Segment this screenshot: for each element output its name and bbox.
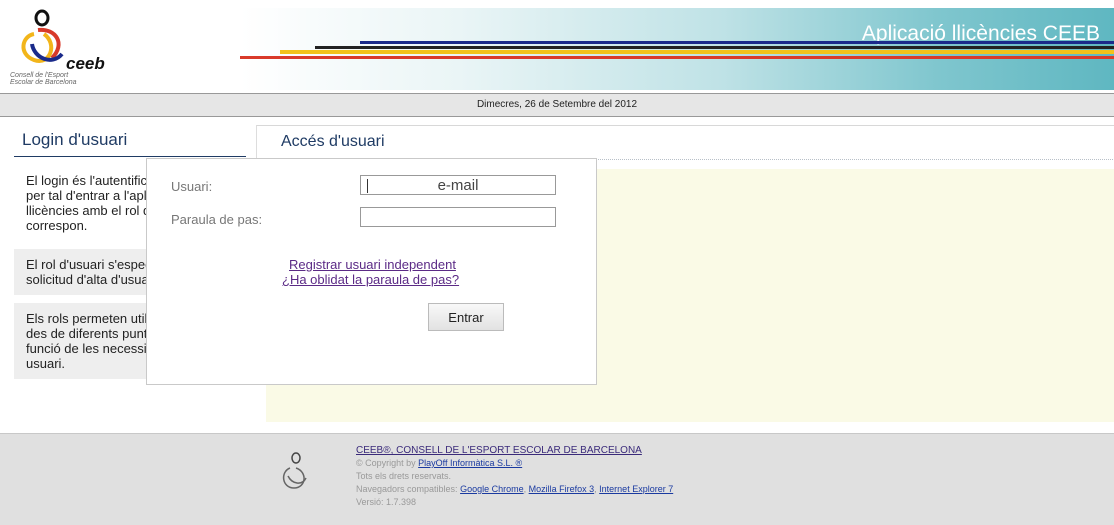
footer-version: Versió: 1.7.398 xyxy=(356,497,417,507)
header-stripe-dark xyxy=(315,46,1114,49)
password-label: Paraula de pas: xyxy=(171,212,263,227)
logo-caption: Consell de l'Esport Escolar de Barcelona xyxy=(10,72,77,86)
logo-word: ceeb xyxy=(66,54,105,73)
ie-link[interactable]: Internet Explorer 7 xyxy=(599,484,673,494)
header-stripe-red xyxy=(240,56,1114,59)
user-label: Usuari: xyxy=(171,179,213,194)
sidebar-title: Login d'usuari xyxy=(14,125,246,157)
user-input[interactable]: e-mail xyxy=(360,175,556,195)
current-date: Dimecres, 26 de Setembre del 2012 xyxy=(476,99,638,110)
header-banner: Aplicació llicències CEEB xyxy=(240,8,1114,90)
firefox-link[interactable]: Mozilla Firefox 3 xyxy=(529,484,595,494)
login-button[interactable]: Entrar xyxy=(428,303,504,331)
header: Aplicació llicències CEEB ceeb Consell d… xyxy=(0,0,1114,93)
footer-logo-icon xyxy=(282,452,307,489)
user-input-value: e-mail xyxy=(437,177,479,194)
ceeb-logo-mark-icon xyxy=(21,9,64,63)
panel-title: Accés d'usuari xyxy=(281,133,385,150)
register-link[interactable]: Registrar usuari independent xyxy=(289,257,456,272)
company-link[interactable]: PlayOff Informàtica S.L. ® xyxy=(418,458,522,468)
date-bar: Dimecres, 26 de Setembre del 2012 xyxy=(0,93,1114,117)
footer-text: CEEB®, CONSELL DE L'ESPORT ESCOLAR DE BA… xyxy=(356,444,673,509)
header-stripe-yellow xyxy=(280,50,1114,54)
forgot-password-link[interactable]: ¿Ha oblidat la paraula de pas? xyxy=(282,272,459,287)
footer-browsers: Navegadors compatibles: Google Chrome, M… xyxy=(356,484,674,494)
header-stripe-blue xyxy=(360,41,1114,44)
footer-rights: Tots els drets reservats. xyxy=(356,471,452,481)
login-card: Usuari: e-mail Paraula de pas: Registrar… xyxy=(146,158,597,385)
panel-header xyxy=(256,125,1114,160)
footer: CEEB®, CONSELL DE L'ESPORT ESCOLAR DE BA… xyxy=(0,433,1114,525)
ceeb-logo: ceeb Consell de l'Esport Escolar de Barc… xyxy=(4,4,124,90)
footer-copyright: © Copyright by PlayOff Informàtica S.L. … xyxy=(356,458,523,468)
footer-org-link[interactable]: CEEB®, CONSELL DE L'ESPORT ESCOLAR DE BA… xyxy=(356,444,673,457)
password-input[interactable] xyxy=(360,207,556,227)
chrome-link[interactable]: Google Chrome xyxy=(460,484,524,494)
